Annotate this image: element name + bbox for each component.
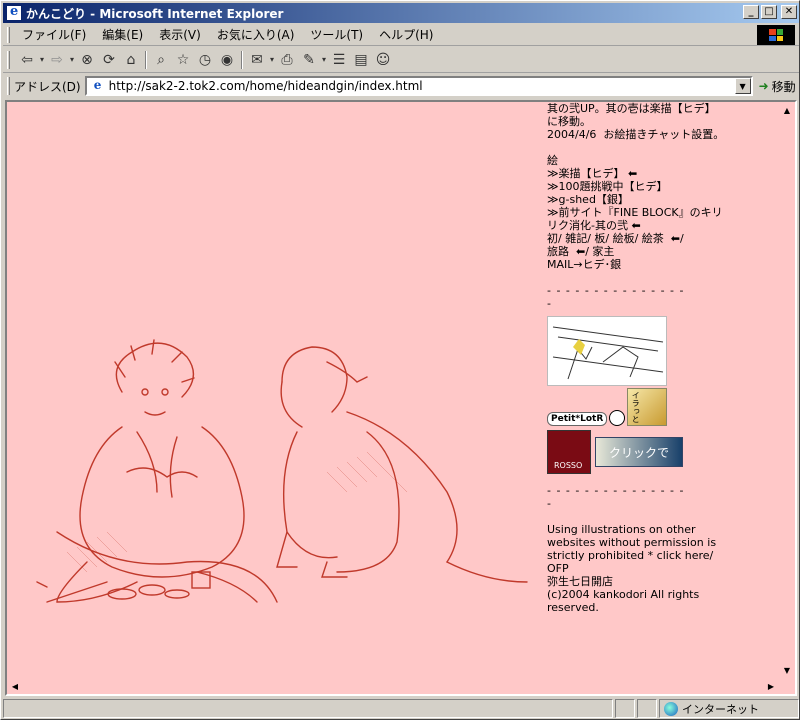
toolbar-separator [145, 50, 147, 69]
forward-icon[interactable]: ⇨ [46, 50, 68, 70]
scroll-left-icon[interactable]: ◀ [7, 678, 23, 694]
title-bar[interactable]: かんこどり - Microsoft Internet Explorer _ □ … [3, 3, 799, 23]
irasto-banner[interactable]: イラっと [627, 388, 668, 426]
vertical-scrollbar[interactable]: ▲ ▼ [779, 102, 795, 678]
go-button[interactable]: ➜ 移動 [759, 78, 796, 95]
horizontal-scrollbar[interactable]: ◀ ▶ [7, 678, 779, 694]
banner-row-2: ROSSO クリックで [547, 430, 727, 474]
status-text [3, 699, 613, 718]
mask-icon[interactable] [609, 410, 626, 426]
menu-edit[interactable]: 編集(E) [94, 24, 151, 45]
sidebar: 其の弐UP。其の壱は楽描【ヒデ】 に移動。 2004/4/6 お絵描きチャット設… [547, 102, 727, 614]
menu-view[interactable]: 表示(V) [151, 24, 209, 45]
minimize-button[interactable]: _ [743, 5, 759, 19]
security-zone: インターネット [659, 699, 799, 718]
toolbar-grip[interactable] [7, 50, 10, 69]
menu-file[interactable]: ファイル(F) [14, 24, 94, 45]
messenger-icon[interactable]: ☺ [372, 50, 394, 70]
click-banner[interactable]: クリックで [595, 437, 683, 467]
go-label: 移動 [771, 79, 796, 94]
rosso-banner[interactable]: ROSSO [547, 430, 591, 474]
windows-logo-icon [757, 25, 795, 45]
print-icon[interactable]: ⎙ [276, 50, 298, 70]
petit-lotr-banner[interactable]: Petit*LotR [547, 412, 608, 426]
internet-globe-icon [664, 701, 678, 716]
mail-dropdown[interactable]: ▾ [268, 55, 276, 64]
scroll-down-icon[interactable]: ▼ [779, 662, 795, 678]
window-title: かんこどり - Microsoft Internet Explorer [26, 6, 284, 21]
home-icon[interactable]: ⌂ [120, 50, 142, 70]
address-field[interactable]: e ▼ [84, 76, 753, 96]
research-icon[interactable]: ▤ [350, 50, 372, 70]
mail-icon[interactable]: ✉ [246, 50, 268, 70]
menu-bar: ファイル(F) 編集(E) 表示(V) お気に入り(A) ツール(T) ヘルプ(… [3, 24, 799, 46]
address-input[interactable] [108, 79, 729, 93]
scroll-up-icon[interactable]: ▲ [779, 102, 795, 118]
addressbar-grip[interactable] [7, 77, 10, 95]
zone-label: インターネット [682, 702, 759, 716]
menu-tools[interactable]: ツール(T) [302, 24, 371, 45]
maximize-button[interactable]: □ [761, 5, 777, 19]
close-button[interactable]: ✕ [781, 5, 797, 19]
edit-icon[interactable]: ✎ [298, 50, 320, 70]
address-label: アドレス(D) [14, 79, 81, 94]
copyright-notice[interactable]: Using illustrations on other websites wi… [547, 523, 727, 614]
browser-window: かんこどり - Microsoft Internet Explorer _ □ … [0, 0, 800, 720]
stop-icon[interactable]: ⊗ [76, 50, 98, 70]
banner-row: Petit*LotR イラっと [547, 388, 727, 426]
nav-links[interactable]: ≫楽描【ヒデ】 ⬅ ≫100題挑戦中【ヒデ】 ≫g-shed【銀】 ≫前サイト『… [547, 167, 727, 271]
back-icon[interactable]: ⇦ [16, 50, 38, 70]
divider: - - - - - - - - - - - - - - - - [547, 284, 685, 310]
forward-dropdown[interactable]: ▾ [68, 55, 76, 64]
divider-2: - - - - - - - - - - - - - - - - [547, 484, 685, 510]
favorites-icon[interactable]: ☆ [172, 50, 194, 70]
search-icon[interactable]: ⌕ [150, 50, 172, 70]
page-viewport[interactable]: 其の弐UP。其の壱は楽描【ヒデ】 に移動。 2004/4/6 お絵描きチャット設… [5, 100, 797, 696]
address-dropdown[interactable]: ▼ [734, 78, 751, 94]
standard-toolbar: ⇦ ▾ ⇨ ▾ ⊗ ⟳ ⌂ ⌕ ☆ ◷ ◉ ✉ ▾ ⎙ ✎ ▾ ☰ ▤ ☺ [3, 47, 799, 73]
address-bar: アドレス(D) e ▼ ➜ 移動 [3, 74, 799, 98]
main-illustration [36, 339, 528, 603]
go-arrow-icon: ➜ [758, 79, 769, 93]
sketch-banner-image[interactable] [547, 316, 667, 386]
edit-dropdown[interactable]: ▾ [320, 55, 328, 64]
page-icon: e [93, 78, 102, 92]
back-dropdown[interactable]: ▾ [38, 55, 46, 64]
ie-icon [6, 4, 22, 21]
toolbar-separator [241, 50, 243, 69]
status-cell [615, 699, 635, 718]
menu-title: 絵 [547, 154, 558, 167]
media-icon[interactable]: ◉ [216, 50, 238, 70]
window-controls: _ □ ✕ [743, 5, 797, 19]
status-bar: インターネット [3, 698, 799, 719]
status-cell [637, 699, 657, 718]
menu-favorites[interactable]: お気に入り(A) [209, 24, 303, 45]
discuss-icon[interactable]: ☰ [328, 50, 350, 70]
scroll-right-icon[interactable]: ▶ [763, 678, 779, 694]
refresh-icon[interactable]: ⟳ [98, 50, 120, 70]
news-text: 其の弐UP。其の壱は楽描【ヒデ】 に移動。 2004/4/6 お絵描きチャット設… [547, 102, 725, 141]
menu-help[interactable]: ヘルプ(H) [371, 24, 441, 45]
history-icon[interactable]: ◷ [194, 50, 216, 70]
menubar-grip[interactable] [7, 26, 10, 43]
